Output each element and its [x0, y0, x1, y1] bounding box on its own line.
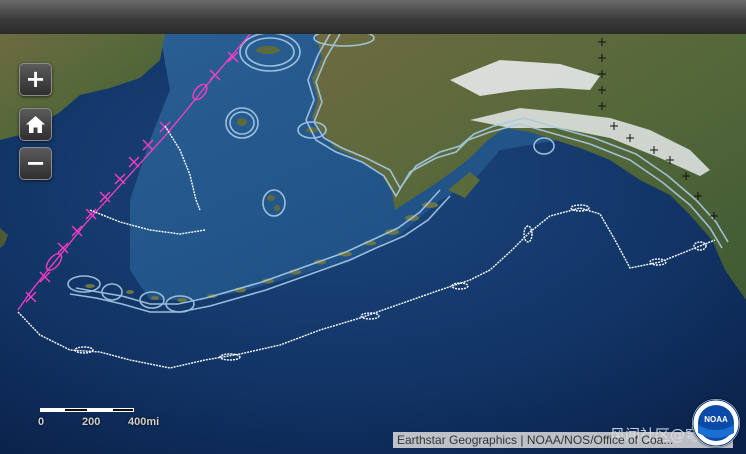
- scale-bar: 0 200 400mi: [38, 408, 159, 428]
- home-button[interactable]: [19, 108, 52, 141]
- home-icon: [26, 116, 45, 133]
- scale-segment: [40, 408, 64, 412]
- scale-label-0: 0: [38, 416, 45, 428]
- scale-label-200: 200: [82, 416, 101, 428]
- map-canvas[interactable]: [0, 34, 746, 454]
- map-view[interactable]: [0, 34, 746, 454]
- top-toolbar: [0, 0, 746, 35]
- zoom-in-button[interactable]: +: [19, 63, 52, 96]
- noaa-logo-icon: NOAA: [692, 399, 740, 447]
- noaa-logo: NOAA: [692, 399, 740, 447]
- noaa-logo-text: NOAA: [704, 415, 728, 424]
- zoom-out-button[interactable]: −: [19, 147, 52, 180]
- scale-segment: [112, 408, 134, 412]
- map-app: + − 0 200 400mi 风闻社区@穹枫 Earthstar Geogra…: [0, 0, 746, 454]
- map-attribution[interactable]: Earthstar Geographics | NOAA/NOS/Office …: [393, 432, 733, 448]
- scale-label-400mi: 400mi: [128, 416, 160, 428]
- scale-segment: [88, 408, 112, 412]
- scale-segment: [64, 408, 88, 412]
